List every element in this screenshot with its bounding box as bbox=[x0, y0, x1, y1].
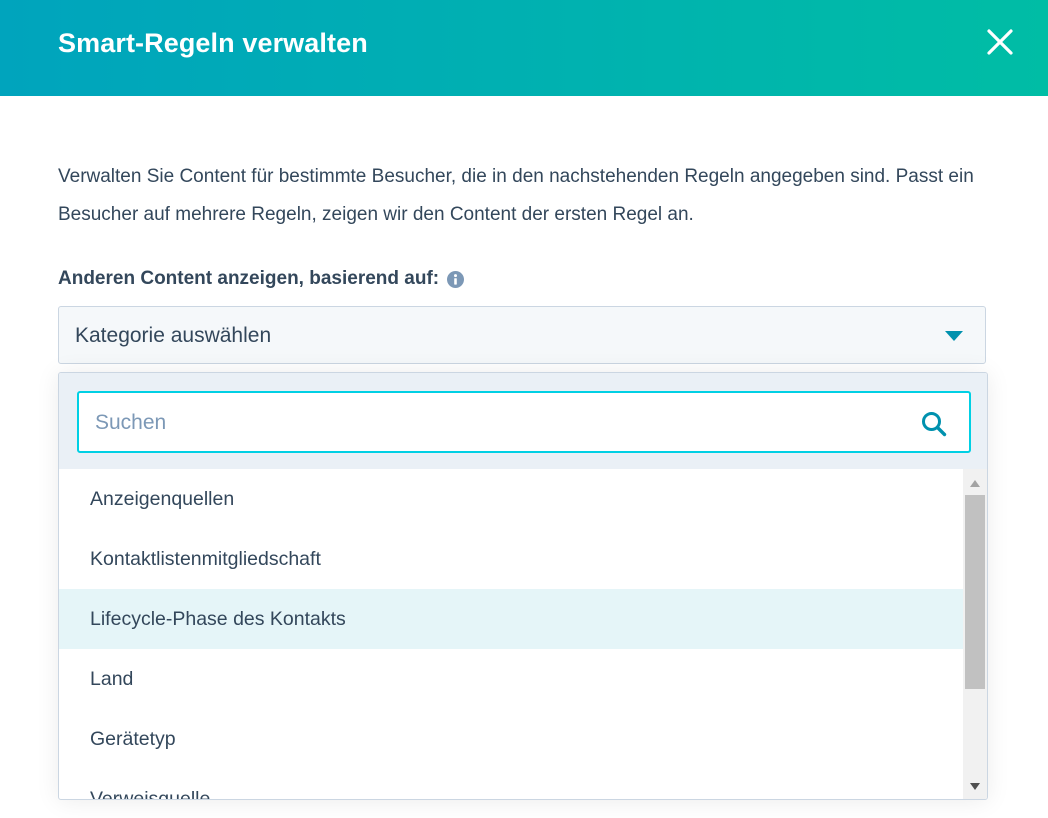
dropdown-scrollbar[interactable] bbox=[963, 469, 987, 799]
scroll-down-arrow-icon[interactable] bbox=[970, 783, 980, 790]
description-text: Verwalten Sie Content für bestimmte Besu… bbox=[58, 166, 974, 225]
search-input[interactable] bbox=[93, 393, 897, 453]
option-kontaktlistenmitgliedschaft[interactable]: Kontaktlistenmitgliedschaft bbox=[59, 529, 963, 589]
scroll-up-arrow-icon[interactable] bbox=[970, 480, 980, 487]
dropdown-options-list: Anzeigenquellen Kontaktlistenmitgliedsch… bbox=[59, 469, 963, 799]
category-field-label-text: Anderen Content anzeigen, basierend auf: bbox=[58, 268, 440, 289]
category-field-label: Anderen Content anzeigen, basierend auf: bbox=[58, 268, 465, 290]
search-box bbox=[77, 391, 971, 453]
option-geraetetyp[interactable]: Gerätetyp bbox=[59, 709, 963, 769]
scrollbar-thumb[interactable] bbox=[965, 495, 985, 689]
modal-title: Smart-Regeln verwalten bbox=[58, 28, 368, 58]
caret-down-icon bbox=[945, 331, 963, 341]
dropdown-search-area bbox=[59, 373, 987, 469]
option-anzeigenquellen[interactable]: Anzeigenquellen bbox=[59, 469, 963, 529]
category-select[interactable]: Kategorie auswählen bbox=[58, 306, 986, 364]
close-icon bbox=[987, 29, 1013, 55]
smart-rules-modal: Smart-Regeln verwalten Verwalten Sie Con… bbox=[0, 0, 1048, 818]
category-select-value: Kategorie auswählen bbox=[75, 324, 272, 347]
modal-header: Smart-Regeln verwalten bbox=[0, 0, 1048, 96]
category-dropdown-menu: Anzeigenquellen Kontaktlistenmitgliedsch… bbox=[58, 372, 988, 800]
option-verweisquelle[interactable]: Verweisquelle bbox=[59, 769, 963, 799]
option-lifecycle-phase[interactable]: Lifecycle-Phase des Kontakts bbox=[59, 589, 963, 649]
option-land[interactable]: Land bbox=[59, 649, 963, 709]
search-icon[interactable] bbox=[921, 411, 947, 437]
info-icon[interactable] bbox=[447, 270, 465, 288]
close-button[interactable] bbox=[984, 26, 1016, 58]
